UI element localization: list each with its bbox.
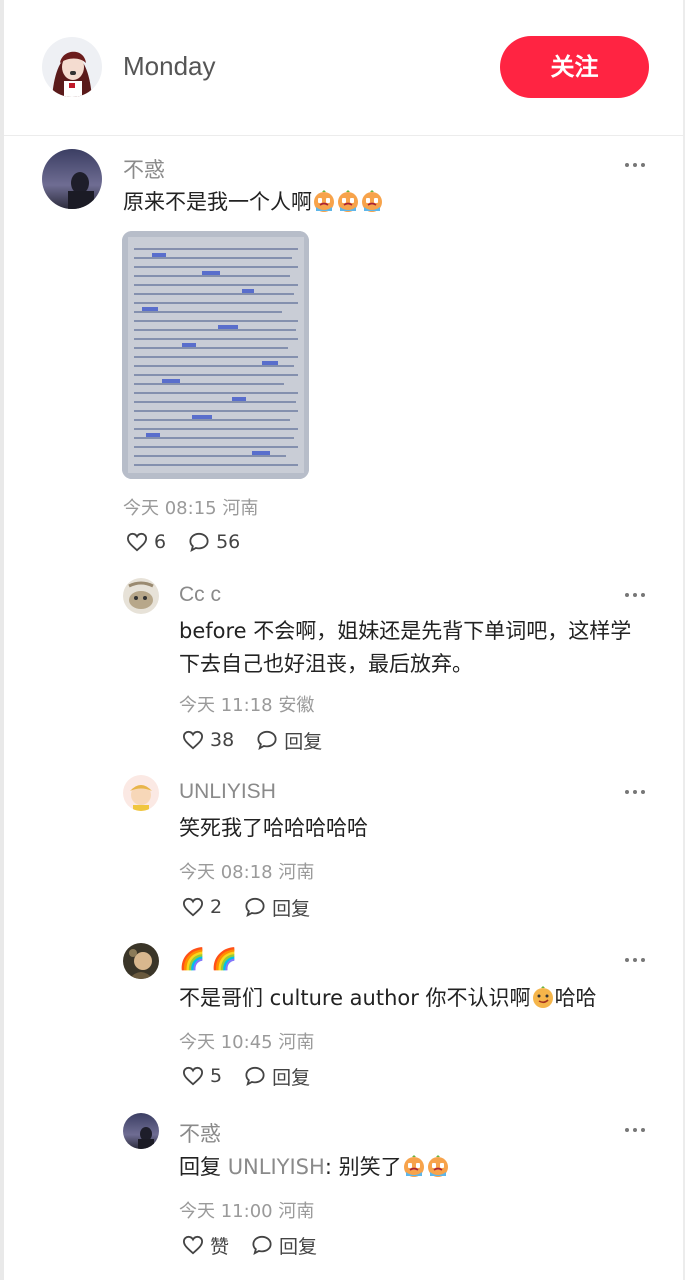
reply-button[interactable]: 回复 [256, 727, 322, 754]
comment-bubble-icon [257, 730, 277, 750]
reply-text-line: 下去自己也好沮丧，最后放弃。 [179, 652, 473, 676]
heart-icon [126, 532, 148, 552]
author-name[interactable]: Monday [123, 51, 216, 82]
crying-face-emoji [312, 190, 384, 214]
reply-button[interactable]: 回复 [251, 1232, 317, 1259]
more-options-icon[interactable] [623, 585, 653, 605]
smirk-face-emoji [532, 986, 553, 1008]
reply-avatar-buhuo[interactable] [123, 1113, 159, 1149]
like-button[interactable]: 赞 [182, 1232, 229, 1259]
heart-icon [182, 730, 204, 750]
reply-username[interactable]: UNLIYISH [179, 780, 276, 804]
reply-label: 回复 [272, 897, 311, 920]
like-count: 6 [154, 531, 167, 553]
reply-target-link[interactable]: UNLIYISH [228, 1155, 325, 1179]
reply-button[interactable]: 回复 [244, 894, 310, 921]
author-avatar[interactable] [42, 37, 102, 97]
comment-text: 原来不是我一个人啊 [123, 186, 384, 219]
reply-count: 56 [216, 531, 241, 553]
comment-text-body: 原来不是我一个人啊 [123, 190, 312, 214]
comment-location: 河南 [222, 498, 259, 519]
reply-actions: 赞 回复 [182, 1231, 339, 1259]
reply-username[interactable]: 不惑 [179, 1118, 221, 1148]
reply-meta: 今天 10:45 河南 [179, 1028, 314, 1054]
reply-actions: 38 回复 [182, 726, 344, 754]
reply-avatar-cc[interactable] [123, 578, 159, 614]
heart-icon [182, 1235, 204, 1255]
reply-location: 河南 [278, 1032, 315, 1053]
more-options-icon[interactable] [623, 782, 653, 802]
reply-time: 今天 11:00 [179, 1201, 273, 1222]
like-button[interactable]: 38 [182, 729, 234, 751]
comment-bubble-icon [189, 532, 209, 552]
reply-username[interactable]: Cc c [179, 583, 221, 607]
like-button[interactable]: 5 [182, 1065, 222, 1087]
reply-label: 回复 [284, 730, 323, 753]
reply-label: 回复 [272, 1066, 311, 1089]
heart-icon [182, 1066, 204, 1086]
comment-meta: 今天 08:15 河南 [123, 494, 258, 520]
reply-actions: 2 回复 [182, 893, 332, 921]
comment-bubble-icon [252, 1235, 272, 1255]
more-options-icon[interactable] [623, 1120, 653, 1140]
reply-time: 今天 11:18 [179, 695, 273, 716]
like-count: 38 [210, 729, 235, 751]
reply-prefix: 回复 [179, 1155, 228, 1179]
reply-meta: 今天 08:18 河南 [179, 858, 314, 884]
reply-text: 不是哥们 culture author 你不认识啊 哈哈 [179, 982, 597, 1015]
reply-text: 回复 UNLIYISH: 别笑了 [179, 1151, 450, 1184]
reply-text-body: : 别笑了 [324, 1155, 402, 1179]
reply-text-part: 哈哈 [554, 986, 597, 1010]
like-count: 2 [210, 896, 223, 918]
like-count: 5 [210, 1065, 223, 1087]
reply-time: 今天 08:18 [179, 862, 273, 883]
reply-label: 回复 [279, 1235, 318, 1258]
comment-bubble-icon [245, 1066, 265, 1086]
comment-time: 今天 08:15 [123, 498, 217, 519]
reply-button[interactable]: 回复 [244, 1063, 310, 1090]
reply-avatar-unliyish[interactable] [123, 775, 159, 811]
more-options-icon[interactable] [623, 155, 653, 175]
comment-bubble-icon [245, 897, 265, 917]
follow-button[interactable]: 关注 [500, 36, 649, 98]
reply-meta: 今天 11:00 河南 [179, 1197, 314, 1223]
reply-text: 笑死我了哈哈哈哈哈 [179, 816, 368, 840]
crying-face-emoji [402, 1155, 450, 1179]
reply-avatar-rainbow[interactable] [123, 943, 159, 979]
comment-photo[interactable] [122, 231, 309, 479]
comment-panel: Monday 关注 不惑 原来不是我一个人啊 今天 08:15 河南 6 56 … [4, 0, 683, 1280]
reply-username[interactable]: 🌈 🌈 [179, 948, 237, 972]
heart-icon [182, 897, 204, 917]
reply-actions: 5 回复 [182, 1062, 332, 1090]
reply-location: 河南 [278, 862, 315, 883]
commenter-name[interactable]: 不惑 [123, 154, 165, 184]
comment-actions: 6 56 [126, 528, 262, 556]
post-header: Monday 关注 [4, 0, 683, 136]
reply-location: 安徽 [278, 695, 315, 716]
reply-meta: 今天 11:18 安徽 [179, 691, 314, 717]
commenter-avatar[interactable] [42, 149, 102, 209]
reply-location: 河南 [278, 1201, 315, 1222]
reply-count-button[interactable]: 56 [188, 531, 240, 553]
like-button[interactable]: 6 [126, 531, 166, 553]
like-button[interactable]: 2 [182, 896, 222, 918]
reply-text-line: before 不会啊，姐妹还是先背下单词吧，这样学 [179, 619, 632, 643]
more-options-icon[interactable] [623, 950, 653, 970]
like-label: 赞 [210, 1235, 230, 1258]
reply-text: before 不会啊，姐妹还是先背下单词吧，这样学 下去自己也好沮丧，最后放弃。 [179, 615, 659, 681]
reply-time: 今天 10:45 [179, 1032, 273, 1053]
reply-text-part: 不是哥们 culture author 你不认识啊 [179, 986, 531, 1010]
